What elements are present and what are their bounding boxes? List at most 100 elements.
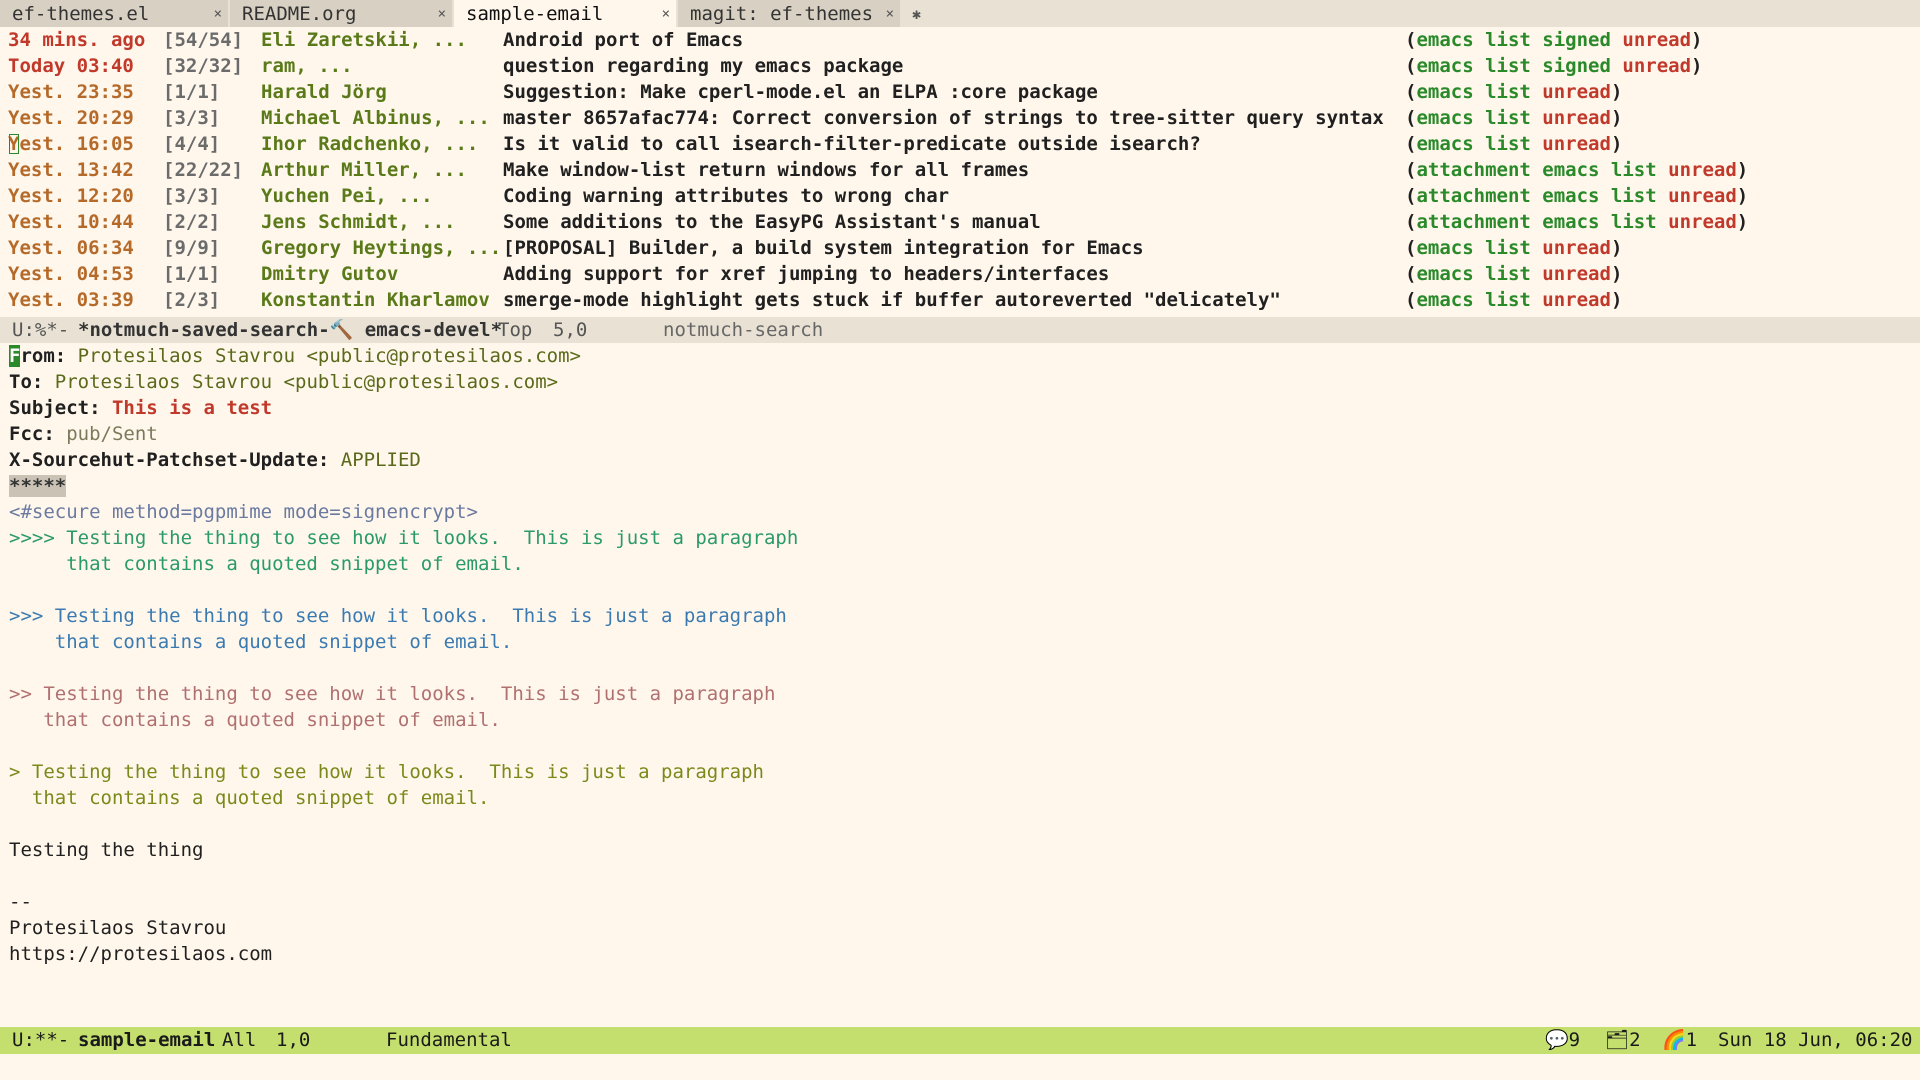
result-subject: Is it valid to call isearch-filter-predi…	[503, 133, 1201, 155]
tag-segment	[1657, 211, 1668, 233]
header-subject: Subject: This is a test	[0, 395, 1920, 421]
tab-3[interactable]: magit: ef-themes ×	[678, 0, 900, 27]
tag-segment: unread	[1622, 55, 1692, 77]
modeline-major-mode[interactable]: notmuch-search	[663, 317, 823, 343]
result-tags: (attachment emacs list unread)	[1405, 209, 1748, 235]
result-authors: Michael Albinus, ...	[261, 107, 490, 129]
result-subject: [PROPOSAL] Builder, a build system integ…	[503, 237, 1144, 259]
tab-label: magit: ef-themes	[690, 2, 874, 25]
result-tags: (emacs list unread)	[1405, 79, 1622, 105]
tag-segment	[1657, 185, 1668, 207]
mml-secure-tag[interactable]: <#secure method=pgpmime mode=signencrypt…	[0, 499, 1920, 525]
result-tags: (emacs list unread)	[1405, 235, 1622, 261]
search-result-row[interactable]: 34 mins. ago [54/54] Eli Zaretskii, ... And…	[0, 27, 1920, 53]
signature-name: Protesilaos Stavrou	[9, 917, 227, 939]
tag-segment: (	[1405, 107, 1417, 129]
modeline-status: U:%*-	[12, 319, 70, 341]
result-subject: master 8657afac774: Correct conversion o…	[503, 107, 1384, 129]
result-date: 34 mins. ago	[8, 29, 146, 51]
search-mode-line: U:%*- *notmuch-saved-search-🔨 emacs-deve…	[0, 317, 1920, 343]
tag-segment: )	[1610, 81, 1623, 103]
tag-segment: unread	[1668, 185, 1737, 207]
search-result-row[interactable]: Yest. 03:39 [2/3] Konstantin Kharlamov smer…	[0, 287, 1920, 313]
tag-segment: unread	[1542, 133, 1611, 155]
search-result-row[interactable]: Yest. 06:34 [9/9] Gregory Heytings, ... [PR…	[0, 235, 1920, 261]
new-tab-icon[interactable]: ✱	[912, 5, 921, 23]
tab-1[interactable]: README.org ×	[230, 0, 452, 27]
tag-segment: emacs list signed	[1416, 55, 1611, 77]
from-value[interactable]: Protesilaos Stavrou <public@protesilaos.…	[78, 345, 581, 367]
tag-segment: unread	[1542, 263, 1611, 285]
subject-value[interactable]: This is a test	[112, 397, 272, 419]
tag-segment	[1657, 159, 1668, 181]
tab-close-icon[interactable]: ×	[662, 6, 670, 22]
tag-segment: (	[1405, 263, 1417, 285]
result-tags: (emacs list signed unread)	[1405, 27, 1702, 53]
result-date: Yest. 03:39	[8, 289, 134, 311]
notmuch-search-list: 34 mins. ago [54/54] Eli Zaretskii, ... And…	[0, 27, 1920, 313]
search-result-row[interactable]: Today 03:40 [32/32] ram, ... question regar…	[0, 53, 1920, 79]
result-count: [32/32]	[163, 55, 244, 77]
search-result-row[interactable]: Yest. 16:05 [4/4] Ihor Radchenko, ... Is it…	[0, 131, 1920, 157]
tab-label: sample-email	[466, 2, 604, 25]
result-count: [3/3]	[163, 107, 221, 129]
result-authors: Jens Schmidt, ...	[261, 211, 456, 233]
tag-segment: )	[1736, 159, 1749, 181]
header-separator-line: *****	[0, 473, 1920, 499]
modeline-buffer-name[interactable]: sample-email	[78, 1027, 215, 1054]
modeline-major-mode[interactable]: Fundamental	[386, 1027, 512, 1054]
quote-level-4-line-1: >>>> Testing the thing to see how it loo…	[9, 527, 799, 549]
body-text: Testing the thing	[9, 839, 204, 861]
result-subject: question regarding my emacs package	[503, 55, 904, 77]
quote-level-1-line-1: > Testing the thing to see how it looks.…	[9, 761, 764, 783]
tag-segment: unread	[1542, 81, 1611, 103]
signature-url[interactable]: https://protesilaos.com	[0, 941, 1920, 967]
result-date: Today 03:40	[8, 55, 134, 77]
header-separator: *****	[9, 475, 67, 497]
tag-segment: )	[1610, 237, 1623, 259]
search-result-row[interactable]: Yest. 12:20 [3/3] Yuchen Pei, ... Coding wa…	[0, 183, 1920, 209]
result-date: Yest. 04:53	[8, 263, 134, 285]
message-buffer[interactable]: From: Protesilaos Stavrou <public@protes…	[0, 343, 1920, 967]
tab-bar: ef-themes.el × README.org × sample-email × mag…	[0, 0, 1920, 27]
folder-icon[interactable]: 🗂2	[1605, 1027, 1641, 1054]
search-result-row[interactable]: Yest. 10:44 [2/2] Jens Schmidt, ... Some ad…	[0, 209, 1920, 235]
result-authors: Gregory Heytings, ...	[261, 237, 502, 259]
result-subject: Android port of Emacs	[503, 29, 744, 51]
quote-level-1-line-2: that contains a quoted snippet of email.	[9, 787, 490, 809]
result-count: [54/54]	[163, 29, 244, 51]
result-authors: Eli Zaretskii, ...	[261, 29, 467, 51]
search-result-row[interactable]: Yest. 23:35 [1/1] Harald Jörg Suggestion: M…	[0, 79, 1920, 105]
to-value[interactable]: Protesilaos Stavrou <public@protesilaos.…	[55, 371, 558, 393]
tab-close-icon[interactable]: ×	[886, 6, 894, 22]
result-date: Yest. 20:29	[8, 107, 134, 129]
result-authors: Dmitry Gutov	[261, 263, 399, 285]
rainbow-icon[interactable]: 🌈1	[1662, 1027, 1697, 1054]
tag-segment	[1531, 107, 1542, 129]
tab-close-icon[interactable]: ×	[214, 6, 222, 22]
tab-close-icon[interactable]: ×	[438, 6, 446, 22]
fcc-value[interactable]: pub/Sent	[66, 423, 158, 445]
search-result-row[interactable]: Yest. 04:53 [1/1] Dmitry Gutov Adding suppo…	[0, 261, 1920, 287]
tag-segment: )	[1610, 133, 1623, 155]
tag-segment: )	[1691, 55, 1703, 77]
search-result-row[interactable]: Yest. 13:42 [22/22] Arthur Miller, ... Make…	[0, 157, 1920, 183]
sourcehut-value[interactable]: APPLIED	[341, 449, 421, 471]
search-result-row[interactable]: Yest. 20:29 [3/3] Michael Albinus, ... mast…	[0, 105, 1920, 131]
tag-segment: )	[1691, 29, 1703, 51]
tag-segment: emacs list	[1416, 107, 1531, 129]
tag-segment: emacs list	[1416, 81, 1531, 103]
tag-segment	[1611, 29, 1622, 51]
result-tags: (attachment emacs list unread)	[1405, 157, 1748, 183]
result-subject: smerge-mode highlight gets stuck if buff…	[503, 289, 1281, 311]
chat-icon[interactable]: 💬9	[1545, 1027, 1580, 1054]
tag-segment: (	[1405, 237, 1417, 259]
modeline-buffer-name[interactable]: *notmuch-saved-search-🔨 emacs-devel*	[78, 317, 502, 343]
tab-0[interactable]: ef-themes.el ×	[0, 0, 228, 27]
tag-segment: (	[1405, 55, 1417, 77]
quote-level-4-line-2: that contains a quoted snippet of email.	[9, 553, 524, 575]
tab-2[interactable]: sample-email ×	[454, 0, 676, 27]
result-authors: Arthur Miller, ...	[261, 159, 467, 181]
